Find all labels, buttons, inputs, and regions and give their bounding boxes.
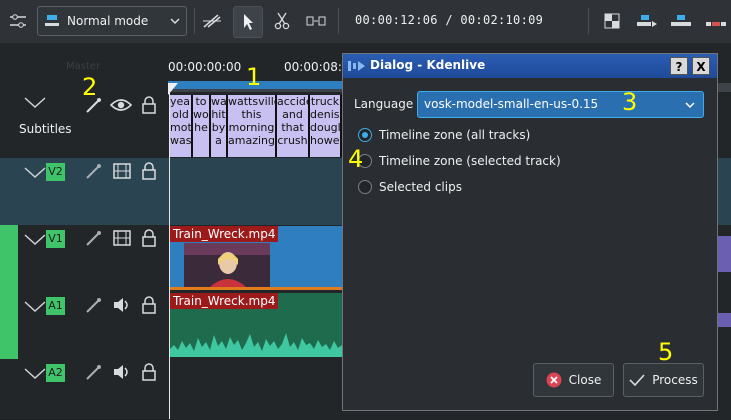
edit-mode-select[interactable]: Normal mode [37, 6, 187, 36]
track-header-a2[interactable]: A2 [0, 359, 168, 420]
playhead-line [169, 84, 170, 419]
toolbar-separator [588, 8, 589, 34]
eye-icon[interactable] [109, 97, 133, 117]
film-icon[interactable] [113, 163, 131, 183]
kdenlive-logo-icon [348, 61, 365, 71]
insert-clip-icon[interactable] [633, 6, 661, 36]
collapse-chevron-icon[interactable] [24, 368, 46, 384]
video-clip[interactable]: Train_Wreck.mp4 [170, 226, 342, 290]
option-selected-track-label[interactable]: Timeline zone (selected track) [379, 154, 561, 168]
lock-icon[interactable] [141, 363, 157, 385]
collapse-chevron-icon[interactable] [24, 234, 46, 250]
annotation-marker-3: 3 [622, 88, 638, 116]
close-x-button[interactable]: X [692, 57, 710, 75]
settings-sliders-icon[interactable] [4, 6, 32, 36]
annotation-marker-1: 1 [246, 63, 262, 91]
option-all-tracks-label[interactable]: Timeline zone (all tracks) [379, 128, 530, 142]
annotation-marker-4: 4 [348, 145, 364, 173]
timecode-current: 00:00:12:06 [355, 13, 438, 27]
timecode-separator: / [445, 13, 453, 27]
toolbar-separator [338, 8, 339, 34]
subtitle-clip[interactable]: years old mother washer [170, 95, 193, 157]
track-label: V1 [46, 230, 65, 248]
language-value: vosk-model-small-en-us-0.15 [424, 97, 599, 111]
chevron-down-icon [170, 18, 180, 25]
lock-icon[interactable] [141, 162, 157, 184]
razor-tool-icon[interactable] [268, 6, 296, 36]
track-label: A2 [46, 364, 65, 382]
edit-mode-label: Normal mode [67, 14, 149, 28]
film-icon[interactable] [113, 230, 131, 250]
cancel-icon [546, 372, 562, 388]
collapse-chevron-icon[interactable] [24, 301, 46, 317]
lock-icon[interactable] [141, 296, 157, 318]
subtitle-clip[interactable]: was hit by a [211, 95, 228, 157]
subtitle-clip[interactable]: truck denise douglas however [310, 95, 342, 157]
language-select[interactable]: vosk-model-small-en-us-0.15 [417, 91, 704, 118]
subtitles-label: Subtitles [19, 122, 72, 136]
audio-waveform [170, 333, 342, 357]
close-button-label: Close [568, 373, 602, 387]
speaker-icon[interactable] [113, 364, 131, 384]
timecode-display: 00:00:12:06 / 00:02:10:09 [355, 13, 543, 27]
subtitle-clip[interactable]: to work he [193, 95, 211, 157]
active-track-indicator [0, 292, 18, 359]
chevron-down-icon [685, 102, 695, 109]
audio-clip[interactable]: Train_Wreck.mp4 [170, 293, 342, 357]
language-label: Language [354, 97, 414, 111]
annotation-marker-2: 2 [82, 73, 98, 101]
active-track-indicator [0, 225, 18, 292]
disable-effects-icon[interactable] [84, 163, 102, 185]
extract-clip-icon[interactable] [702, 6, 730, 36]
clip-title: Train_Wreck.mp4 [170, 226, 279, 242]
process-button[interactable]: Process [623, 363, 704, 397]
track-label: V2 [46, 163, 65, 181]
radio-selected-clips[interactable] [358, 180, 372, 194]
master-label: Master [66, 61, 101, 72]
help-button[interactable]: ? [670, 57, 688, 75]
dialog-titlebar[interactable]: Dialog - Kdenlive ? X [343, 54, 717, 78]
toolbar-separator [194, 8, 195, 34]
dialog-title: Dialog - Kdenlive [370, 58, 486, 72]
timecode-total: 00:02:10:09 [460, 13, 544, 27]
close-button[interactable]: Close [533, 363, 614, 397]
collapse-chevron-icon[interactable] [24, 97, 46, 113]
subtitle-track-header: Subtitles [0, 95, 168, 159]
lock-icon[interactable] [141, 229, 157, 251]
disable-effects-icon[interactable] [84, 364, 102, 386]
video-thumbnail-image [184, 243, 270, 287]
disable-effects-icon[interactable] [84, 230, 102, 252]
spacer-tool-icon[interactable] [302, 6, 330, 36]
track-label: A1 [46, 297, 65, 315]
option-selected-clips-label[interactable]: Selected clips [379, 180, 462, 194]
track-header-v2[interactable]: V2 [0, 158, 168, 226]
annotation-marker-5: 5 [658, 338, 674, 366]
checkmark-icon [629, 374, 645, 387]
mixer-grid-icon[interactable] [598, 6, 626, 36]
track-header-v1[interactable]: V1 [0, 225, 168, 293]
radio-all-tracks[interactable] [358, 128, 372, 142]
subtitle-clip[interactable]: wattsville this morning amazingly [228, 95, 277, 157]
subtitle-clip[interactable]: accident and that crush [277, 95, 310, 157]
lock-icon[interactable] [141, 96, 157, 118]
ruler-start-time: 00:00:00:00 [168, 60, 242, 74]
collapse-chevron-icon[interactable] [24, 167, 46, 183]
clip-title: Train_Wreck.mp4 [170, 293, 279, 309]
speaker-icon[interactable] [113, 297, 131, 317]
process-button-label: Process [652, 373, 698, 387]
ruler-next-time: 00:00:08: [284, 60, 342, 74]
normal-mode-icon [45, 15, 59, 26]
overwrite-clip-icon[interactable] [667, 6, 695, 36]
razor-all-icon[interactable] [198, 6, 226, 36]
selection-tool-icon[interactable] [233, 6, 263, 38]
disable-effects-icon[interactable] [84, 297, 102, 319]
main-toolbar: Normal mode 00:00:12:06 / 00:02:10:09 [0, 0, 731, 44]
track-header-a1[interactable]: A1 [0, 292, 168, 360]
